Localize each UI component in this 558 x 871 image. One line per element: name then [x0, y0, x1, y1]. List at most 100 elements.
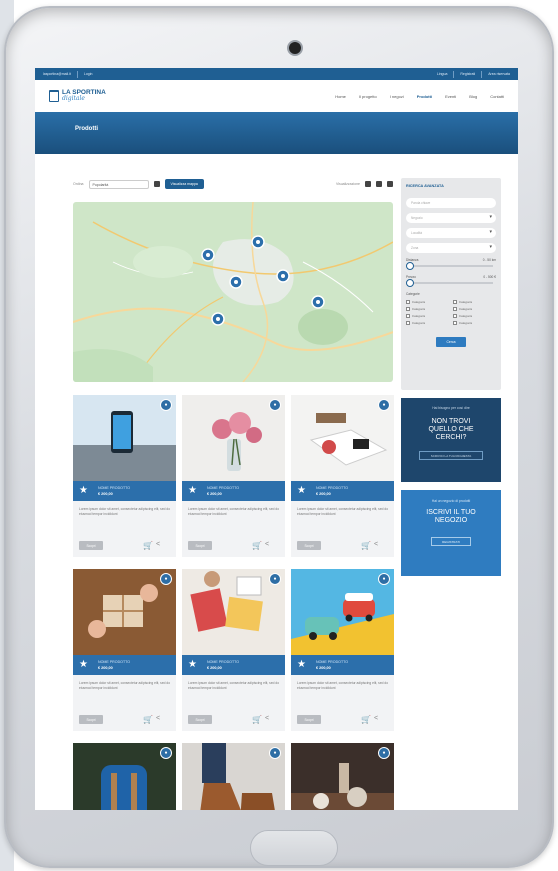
- share-icon[interactable]: <: [265, 541, 269, 548]
- favorite-icon[interactable]: ●: [378, 399, 390, 411]
- keyword-input[interactable]: Parola chiave: [406, 198, 496, 208]
- product-card[interactable]: ● ★ NOME PRODOTTO € 200,00 Lorem ipsum d…: [73, 395, 176, 557]
- map-toggle-button[interactable]: Visualizza mappa: [164, 179, 204, 189]
- price-slider[interactable]: [406, 279, 493, 287]
- promo2-subtitle: Hai un negozio di prodotti: [431, 499, 471, 503]
- shop-select[interactable]: Negozio ▾: [406, 213, 496, 223]
- nav-item-products[interactable]: Prodotti: [417, 94, 432, 99]
- category-checkbox[interactable]: Categoria: [453, 314, 496, 318]
- page-title: Prodotti: [75, 126, 98, 132]
- topbar-email[interactable]: lasportina@mail.it: [43, 72, 71, 76]
- product-description: Lorem ipsum dolor sit amet, consectetur …: [79, 681, 171, 690]
- star-icon[interactable]: ★: [297, 659, 306, 670]
- category-checkbox[interactable]: Categoria: [453, 307, 496, 311]
- category-checkbox[interactable]: Categoria: [406, 321, 449, 325]
- order-select[interactable]: Popolarità: [88, 179, 149, 189]
- product-card[interactable]: ● ★ NOME PRODOTTO € 200,00 Lorem ipsum d…: [291, 395, 394, 557]
- category-checkbox[interactable]: Categoria: [406, 300, 449, 304]
- favorite-icon[interactable]: ●: [378, 747, 390, 759]
- shopping-bag-icon: [49, 90, 59, 102]
- topbar-reserved-area[interactable]: Area riservata: [488, 72, 510, 76]
- grid-view-icon[interactable]: [376, 181, 382, 187]
- zone-select[interactable]: Zona ▾: [406, 243, 496, 253]
- location-select[interactable]: Località ▾: [406, 228, 496, 238]
- sidebar: RICERCA AVANZATA Parola chiave Negozio ▾ …: [401, 178, 501, 576]
- discover-button[interactable]: Scopri: [188, 541, 212, 550]
- favorite-icon[interactable]: ●: [269, 747, 281, 759]
- slider-handle[interactable]: [406, 262, 414, 270]
- favorite-icon[interactable]: ●: [269, 573, 281, 585]
- camera-icon: [289, 42, 301, 54]
- sort-direction-icon[interactable]: [153, 181, 160, 187]
- product-card[interactable]: ●: [291, 743, 394, 810]
- discover-button[interactable]: Scopri: [188, 715, 212, 724]
- topbar-language[interactable]: Lingua: [437, 72, 448, 76]
- chevron-down-icon: ▾: [489, 244, 492, 250]
- share-icon[interactable]: <: [374, 715, 378, 722]
- nav-item-contacts[interactable]: Contatti: [490, 94, 504, 99]
- cart-icon[interactable]: 🛒: [143, 541, 153, 550]
- share-icon[interactable]: <: [265, 715, 269, 722]
- discover-button[interactable]: Scopri: [79, 715, 103, 724]
- product-band: ★ NOME PRODOTTO € 200,00: [73, 655, 176, 675]
- star-icon[interactable]: ★: [79, 485, 88, 496]
- category-name: Categoria: [459, 314, 473, 318]
- nav-item-project[interactable]: Il progetto: [359, 94, 377, 99]
- cart-icon[interactable]: 🛒: [252, 715, 262, 724]
- category-checkbox[interactable]: Categoria: [406, 307, 449, 311]
- topbar-login[interactable]: Login: [84, 72, 93, 76]
- chevron-down-icon: ▾: [489, 214, 492, 220]
- favorite-icon[interactable]: ●: [160, 573, 172, 585]
- register-button[interactable]: REGISTRATI: [431, 537, 471, 546]
- category-checkbox[interactable]: Categoria: [453, 321, 496, 325]
- product-band: ★ NOME PRODOTTO € 200,00: [182, 655, 285, 675]
- category-checkbox[interactable]: Categoria: [406, 314, 449, 318]
- advanced-search: RICERCA AVANZATA Parola chiave Negozio ▾ …: [401, 178, 501, 390]
- slider-handle[interactable]: [406, 279, 414, 287]
- product-card[interactable]: ●: [182, 743, 285, 810]
- product-card[interactable]: ● ★ NOME PRODOTTO € 200,00 Lorem ipsum d…: [182, 395, 285, 557]
- topbar-register[interactable]: Registrati: [460, 72, 475, 76]
- nav-item-blog[interactable]: Blog: [469, 94, 477, 99]
- share-icon[interactable]: <: [156, 715, 160, 722]
- nav-item-shops[interactable]: I negozi: [390, 94, 404, 99]
- request-button[interactable]: SCRIVICI LA TUA RICHIESTA: [419, 451, 483, 460]
- cart-icon[interactable]: 🛒: [361, 715, 371, 724]
- product-card[interactable]: ● ★ NOME PRODOTTO € 200,00 Lorem ipsum d…: [291, 569, 394, 731]
- favorite-icon[interactable]: ●: [160, 747, 172, 759]
- share-icon[interactable]: <: [156, 541, 160, 548]
- filter-bar: Ordina Popolarità Visualizza mappa Visua…: [73, 178, 393, 190]
- distance-slider[interactable]: [406, 262, 493, 270]
- promo1-subtitle: Hai bisogno per così dire: [432, 406, 470, 410]
- page-hero: Prodotti: [35, 112, 518, 154]
- category-checkbox[interactable]: Categoria: [453, 300, 496, 304]
- product-card[interactable]: ●: [73, 743, 176, 810]
- discover-button[interactable]: Scopri: [79, 541, 103, 550]
- cart-icon[interactable]: 🛒: [361, 541, 371, 550]
- cart-icon[interactable]: 🛒: [252, 541, 262, 550]
- star-icon[interactable]: ★: [79, 659, 88, 670]
- nav-item-events[interactable]: Eventi: [445, 94, 456, 99]
- nav-item-home[interactable]: Home: [335, 94, 346, 99]
- site-logo[interactable]: LA SPORTINA digitale: [49, 89, 106, 103]
- search-button[interactable]: Cerca: [436, 337, 466, 347]
- favorite-icon[interactable]: ●: [378, 573, 390, 585]
- favorite-icon[interactable]: ●: [269, 399, 281, 411]
- list-view-icon[interactable]: [365, 181, 371, 187]
- share-icon[interactable]: <: [374, 541, 378, 548]
- star-icon[interactable]: ★: [188, 659, 197, 670]
- star-icon[interactable]: ★: [188, 485, 197, 496]
- product-card[interactable]: ● ★ NOME PRODOTTO € 200,00 Lorem ipsum d…: [182, 569, 285, 731]
- product-description: Lorem ipsum dolor sit amet, consectetur …: [297, 681, 389, 690]
- star-icon[interactable]: ★: [297, 485, 306, 496]
- discover-button[interactable]: Scopri: [297, 715, 321, 724]
- product-card[interactable]: ● ★ NOME PRODOTTO € 200,00 Lorem ipsum d…: [73, 569, 176, 731]
- register-shop-promo: Hai un negozio di prodotti ISCRIVI IL TU…: [401, 490, 501, 576]
- product-description: Lorem ipsum dolor sit amet, consectetur …: [297, 507, 389, 516]
- discover-button[interactable]: Scopri: [297, 541, 321, 550]
- favorite-icon[interactable]: ●: [160, 399, 172, 411]
- shops-map[interactable]: [73, 202, 393, 382]
- cart-icon[interactable]: 🛒: [143, 715, 153, 724]
- home-button[interactable]: [250, 830, 338, 866]
- large-grid-icon[interactable]: [387, 181, 393, 187]
